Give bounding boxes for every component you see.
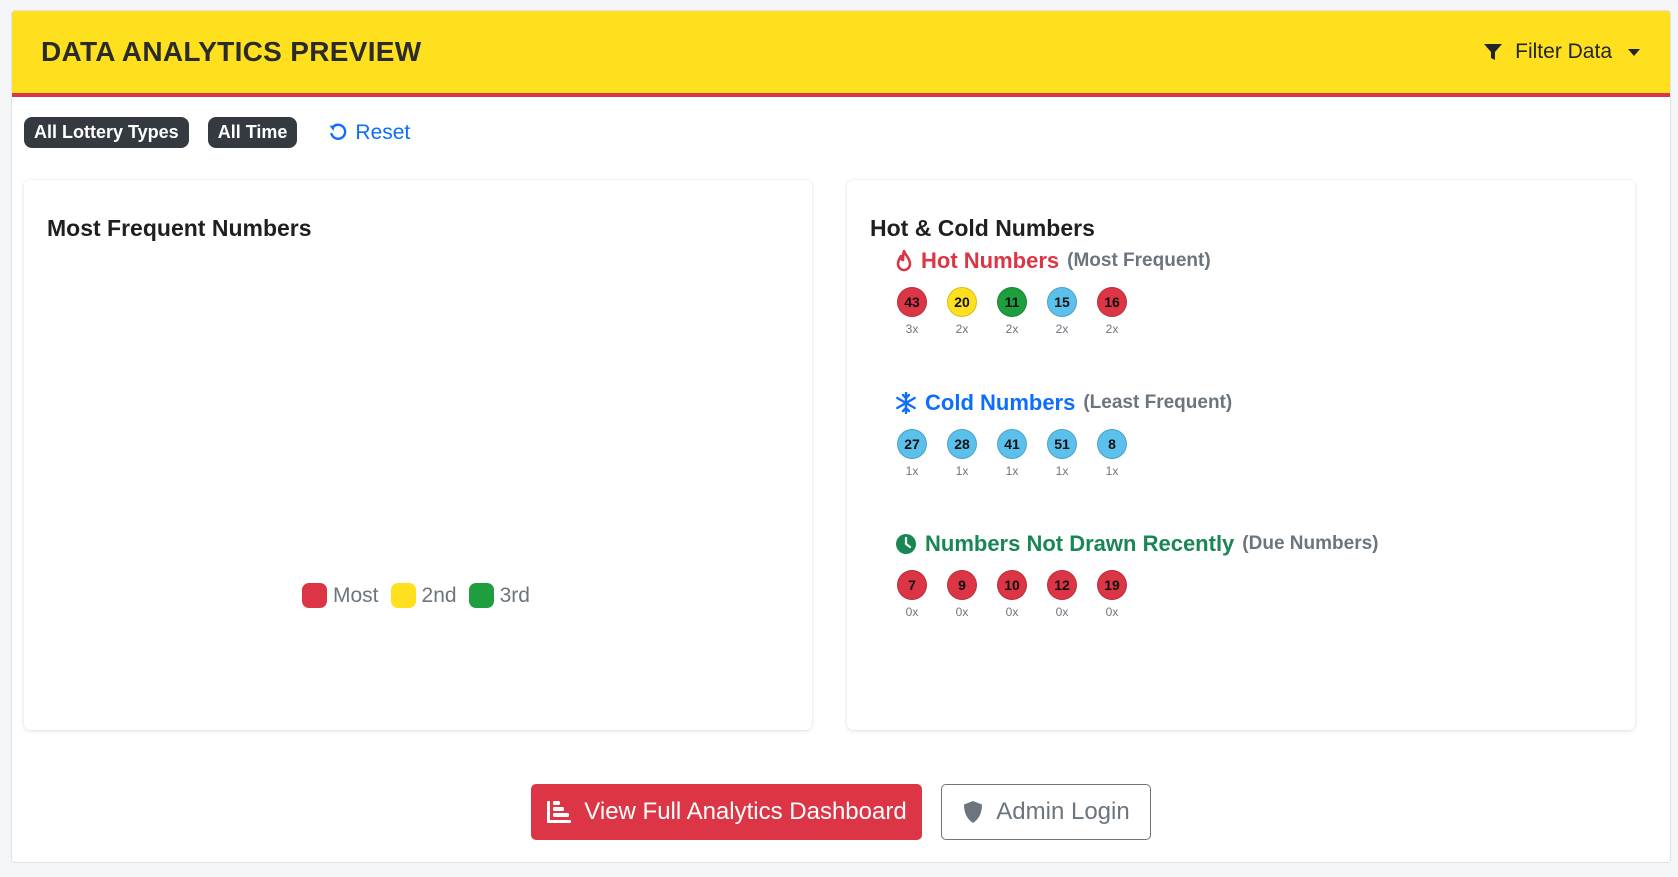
- number-ball: 12: [1047, 570, 1077, 600]
- admin-login-label: Admin Login: [996, 798, 1130, 825]
- number-ball: 8: [1097, 429, 1127, 459]
- number-ball: 51: [1047, 429, 1077, 459]
- number-ball: 11: [997, 287, 1027, 317]
- cold-numbers-subtitle: (Least Frequent): [1083, 392, 1233, 413]
- number-count: 1x: [1005, 464, 1019, 478]
- number-item: 11 2x: [997, 287, 1027, 336]
- filter-icon: [1484, 44, 1503, 60]
- legend-item-2nd[interactable]: 2nd: [390, 583, 457, 608]
- undo-icon: [329, 123, 347, 140]
- legend-item-most[interactable]: Most: [302, 583, 379, 608]
- number-item: 28 1x: [947, 429, 977, 478]
- view-dashboard-button[interactable]: View Full Analytics Dashboard: [531, 784, 922, 840]
- due-numbers-subtitle: (Due Numbers): [1242, 533, 1379, 554]
- number-item: 16 2x: [1097, 287, 1127, 336]
- legend-item-3rd[interactable]: 3rd: [468, 583, 530, 608]
- fire-icon: [896, 250, 912, 272]
- filter-data-label: Filter Data: [1515, 40, 1612, 63]
- hot-numbers-group: Hot Numbers (Most Frequent) 43 3x 20 2x 11…: [895, 248, 1211, 336]
- chart-bar-icon: [547, 801, 572, 823]
- number-ball: 10: [997, 570, 1027, 600]
- most-frequent-panel: Most Frequent Numbers Most 2nd 3rd: [24, 180, 812, 730]
- number-item: 12 0x: [1047, 570, 1077, 619]
- number-count: 2x: [1105, 322, 1119, 336]
- number-ball: 15: [1047, 287, 1077, 317]
- header-bar: DATA ANALYTICS PREVIEW Filter Data: [12, 11, 1670, 97]
- filter-chip-lottery-type: All Lottery Types: [24, 117, 189, 148]
- number-ball: 16: [1097, 287, 1127, 317]
- hot-cold-panel: Hot & Cold Numbers Hot Numbers (Most Fre…: [847, 180, 1635, 730]
- number-count: 1x: [905, 464, 919, 478]
- number-item: 51 1x: [1047, 429, 1077, 478]
- number-ball: 41: [997, 429, 1027, 459]
- number-count: 0x: [1105, 605, 1119, 619]
- legend-label-most: Most: [333, 583, 379, 607]
- number-ball: 9: [947, 570, 977, 600]
- number-ball: 19: [1097, 570, 1127, 600]
- number-count: 1x: [955, 464, 969, 478]
- number-item: 10 0x: [997, 570, 1027, 619]
- number-item: 19 0x: [1097, 570, 1127, 619]
- number-ball: 27: [897, 429, 927, 459]
- legend-swatch-3rd: [468, 583, 494, 608]
- number-count: 0x: [905, 605, 919, 619]
- legend-label-2nd: 2nd: [421, 583, 457, 607]
- reset-filters-link[interactable]: Reset: [328, 121, 410, 145]
- number-count: 0x: [1055, 605, 1069, 619]
- page-title: DATA ANALYTICS PREVIEW: [41, 36, 422, 67]
- clock-icon: [896, 534, 916, 554]
- number-count: 2x: [1005, 322, 1019, 336]
- due-numbers-group: Numbers Not Drawn Recently (Due Numbers)…: [895, 531, 1378, 619]
- reset-label: Reset: [355, 120, 411, 144]
- hot-cold-title: Hot & Cold Numbers: [870, 215, 1095, 241]
- hot-numbers-list: 43 3x 20 2x 11 2x 15 2x 16 2x: [897, 287, 1211, 336]
- active-filters: All Lottery Types All Time Reset: [24, 117, 410, 148]
- legend-label-3rd: 3rd: [499, 583, 530, 607]
- cold-numbers-title: Cold Numbers: [925, 390, 1076, 415]
- number-item: 9 0x: [947, 570, 977, 619]
- legend-swatch-most: [302, 583, 327, 608]
- cold-numbers-list: 27 1x 28 1x 41 1x 51 1x 8 1x: [897, 429, 1232, 478]
- most-frequent-title: Most Frequent Numbers: [47, 215, 312, 241]
- number-item: 43 3x: [897, 287, 927, 336]
- number-item: 20 2x: [947, 287, 977, 336]
- number-ball: 20: [947, 287, 977, 317]
- due-numbers-list: 7 0x 9 0x 10 0x 12 0x 19 0x: [897, 570, 1378, 619]
- number-item: 8 1x: [1097, 429, 1127, 478]
- shield-icon: [964, 801, 983, 823]
- caret-down-icon: [1628, 48, 1640, 56]
- number-count: 2x: [955, 322, 969, 336]
- hot-numbers-title: Hot Numbers: [921, 248, 1060, 273]
- legend-swatch-2nd: [390, 583, 416, 608]
- number-count: 1x: [1055, 464, 1069, 478]
- number-count: 0x: [1005, 605, 1019, 619]
- number-count: 0x: [955, 605, 969, 619]
- admin-login-button[interactable]: Admin Login: [941, 784, 1151, 840]
- number-item: 27 1x: [897, 429, 927, 478]
- number-count: 3x: [905, 322, 919, 336]
- number-ball: 43: [897, 287, 927, 317]
- due-numbers-title: Numbers Not Drawn Recently: [925, 531, 1235, 556]
- filter-chip-time-range: All Time: [207, 117, 298, 148]
- filter-data-dropdown[interactable]: Filter Data: [1483, 40, 1640, 64]
- view-dashboard-label: View Full Analytics Dashboard: [584, 798, 907, 825]
- number-item: 7 0x: [897, 570, 927, 619]
- hot-numbers-subtitle: (Most Frequent): [1067, 250, 1211, 271]
- cold-numbers-group: Cold Numbers (Least Frequent) 27 1x 28 1x …: [895, 390, 1232, 478]
- chart-legend: Most 2nd 3rd: [302, 583, 530, 608]
- number-item: 15 2x: [1047, 287, 1077, 336]
- snowflake-icon: [896, 392, 916, 414]
- number-ball: 7: [897, 570, 927, 600]
- number-ball: 28: [947, 429, 977, 459]
- number-count: 2x: [1055, 322, 1069, 336]
- number-item: 41 1x: [997, 429, 1027, 478]
- number-count: 1x: [1105, 464, 1119, 478]
